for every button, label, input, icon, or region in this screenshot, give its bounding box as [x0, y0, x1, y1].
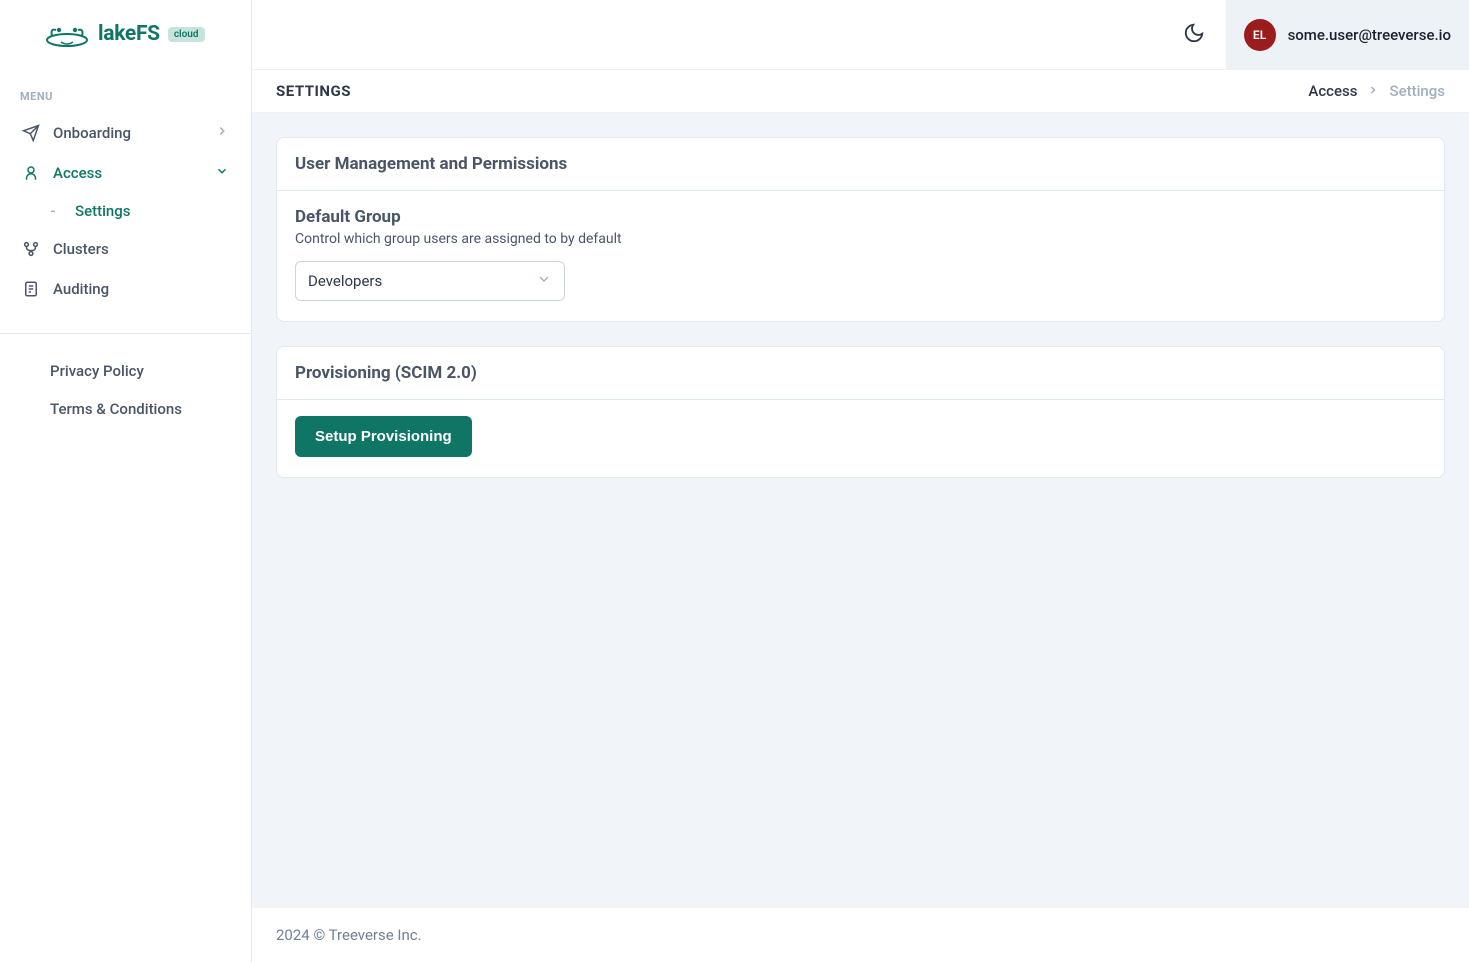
brand-badge: cloud [168, 27, 205, 42]
breadcrumb-current: Settings [1389, 82, 1445, 100]
nav-label: Onboarding [53, 124, 131, 142]
card-user-management: User Management and Permissions Default … [276, 137, 1445, 322]
menu-label: MENU [0, 66, 251, 113]
content: User Management and Permissions Default … [252, 113, 1469, 908]
sub-nav-access: - Settings [10, 193, 241, 229]
nav-item-access[interactable]: Access [10, 153, 241, 193]
page-footer: 2024 © Treeverse Inc. [252, 908, 1469, 962]
theme-toggle[interactable] [1172, 13, 1216, 57]
default-group-select[interactable]: Developers [295, 261, 565, 301]
sub-nav-label: Settings [75, 202, 131, 220]
breadcrumb-parent[interactable]: Access [1308, 82, 1357, 100]
topbar: EL some.user@treeverse.io [252, 0, 1469, 70]
brand-name: lakeFS [98, 22, 160, 46]
user-menu[interactable]: EL some.user@treeverse.io [1226, 0, 1469, 70]
user-email: some.user@treeverse.io [1288, 26, 1451, 44]
footer-link-privacy[interactable]: Privacy Policy [20, 352, 231, 390]
header-row: SETTINGS Access Settings [252, 70, 1469, 113]
default-group-title: Default Group [295, 207, 1426, 227]
nav-item-onboarding[interactable]: Onboarding [10, 113, 241, 153]
moon-icon [1183, 22, 1205, 48]
card-title: Provisioning (SCIM 2.0) [277, 347, 1444, 400]
dash-icon: - [44, 202, 62, 220]
sidebar: lakeFS cloud MENU Onboarding [0, 0, 252, 962]
nav-label: Clusters [53, 240, 109, 258]
setup-provisioning-button[interactable]: Setup Provisioning [295, 416, 472, 457]
user-icon [22, 164, 40, 182]
card-title: User Management and Permissions [277, 138, 1444, 191]
lakefs-logo-icon [42, 20, 92, 48]
git-branch-icon [22, 240, 40, 258]
chevron-right-icon [1367, 82, 1379, 100]
page-title: SETTINGS [276, 82, 351, 100]
nav-label: Access [53, 164, 102, 182]
nav-label: Auditing [53, 280, 109, 298]
footer-link-terms[interactable]: Terms & Conditions [20, 390, 231, 428]
nav-list: Onboarding Access - Set [0, 113, 251, 309]
receipt-icon [22, 280, 40, 298]
select-value: Developers [308, 272, 382, 290]
chevron-right-icon [215, 124, 229, 142]
nav-item-auditing[interactable]: Auditing [10, 269, 241, 309]
avatar: EL [1244, 19, 1276, 51]
chevron-down-icon [536, 271, 552, 291]
breadcrumb: Access Settings [1308, 82, 1445, 100]
card-provisioning: Provisioning (SCIM 2.0) Setup Provisioni… [276, 346, 1445, 478]
logo[interactable]: lakeFS cloud [0, 0, 251, 66]
default-group-desc: Control which group users are assigned t… [295, 231, 1426, 247]
nav-item-clusters[interactable]: Clusters [10, 229, 241, 269]
sub-nav-settings[interactable]: - Settings [32, 193, 241, 229]
paper-plane-icon [22, 124, 40, 142]
footer-links: Privacy Policy Terms & Conditions [0, 334, 251, 446]
main: EL some.user@treeverse.io SETTINGS Acces… [252, 0, 1469, 962]
chevron-down-icon [215, 164, 229, 182]
